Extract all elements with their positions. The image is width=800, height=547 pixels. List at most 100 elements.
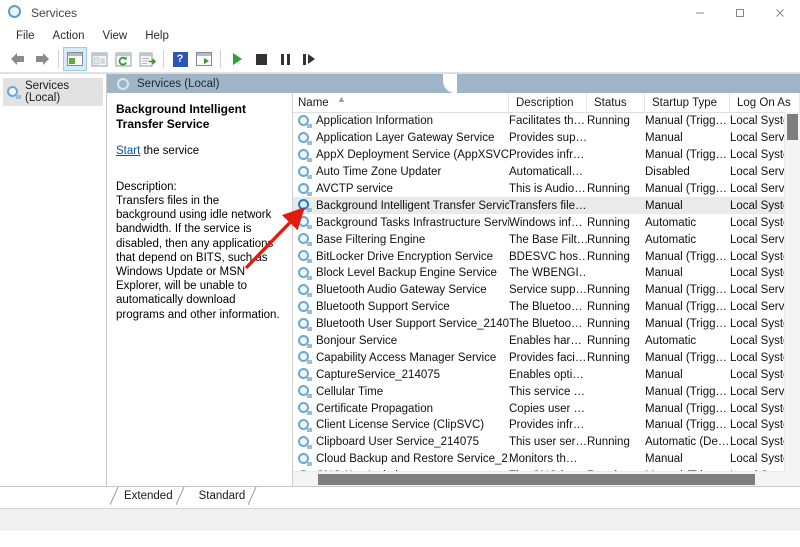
services-gear-icon — [298, 419, 311, 432]
table-row[interactable]: Client License Service (ClipSVC)Provides… — [293, 417, 800, 434]
close-button[interactable] — [760, 0, 800, 26]
cell-description: Windows inf… — [509, 217, 587, 229]
service-name-label: AppX Deployment Service (AppXSVC) — [316, 149, 509, 161]
tab-standard[interactable]: Standard — [185, 487, 258, 505]
properties-icon[interactable] — [87, 47, 111, 71]
cell-description: Facilitates th… — [509, 115, 587, 127]
service-name-label: Bluetooth User Support Service_214075 — [316, 318, 509, 330]
column-header-log-on-as[interactable]: Log On As — [730, 93, 800, 112]
service-name-label: Certificate Propagation — [316, 403, 433, 415]
service-name-label: Auto Time Zone Updater — [316, 166, 441, 178]
cell-description: Provides sup… — [509, 132, 587, 144]
cell-startup-type: Manual (Trigg… — [645, 352, 730, 364]
console-tree-pane: Services (Local) — [0, 73, 107, 486]
start-service-link[interactable]: Start — [116, 145, 140, 157]
start-service-icon[interactable] — [225, 47, 249, 71]
scrollbar-corner — [785, 472, 800, 487]
services-list: Name ▲ Description Status Startup Type L… — [293, 93, 800, 487]
table-row[interactable]: AVCTP serviceThis is Audio…RunningManual… — [293, 181, 800, 198]
table-row[interactable]: Background Intelligent Transfer ServiceT… — [293, 197, 800, 214]
menu-file[interactable]: File — [7, 28, 44, 44]
services-gear-icon — [117, 78, 129, 90]
service-name-label: Cellular Time — [316, 386, 383, 398]
services-gear-icon — [298, 183, 311, 196]
cell-startup-type: Manual (Trigg… — [645, 284, 730, 296]
cell-name: AVCTP service — [293, 183, 509, 196]
services-gear-icon — [298, 351, 311, 364]
minimize-button[interactable] — [680, 0, 720, 26]
cell-startup-type: Manual (Trigg… — [645, 419, 730, 431]
cell-description: The Bluetoo… — [509, 301, 587, 313]
cell-name: Auto Time Zone Updater — [293, 166, 509, 179]
table-row[interactable]: Background Tasks Infrastructure ServiceW… — [293, 214, 800, 231]
pane-header-tab[interactable]: Services (Local) — [107, 74, 800, 93]
pause-service-icon[interactable] — [273, 47, 297, 71]
cell-startup-type: Manual — [645, 132, 730, 144]
vertical-scrollbar[interactable] — [784, 112, 800, 472]
menu-help[interactable]: Help — [136, 28, 178, 44]
window-controls — [680, 0, 800, 26]
column-header-description[interactable]: Description — [509, 93, 587, 112]
table-row[interactable]: Bluetooth Audio Gateway ServiceService s… — [293, 282, 800, 299]
table-row[interactable]: Bluetooth Support ServiceThe Bluetoo…Run… — [293, 299, 800, 316]
stop-service-icon[interactable] — [249, 47, 273, 71]
service-name-label: Cloud Backup and Restore Service_214… — [316, 453, 509, 465]
column-header-name[interactable]: Name ▲ — [293, 93, 509, 112]
table-row[interactable]: Capability Access Manager Service Provide… — [293, 349, 800, 366]
table-row[interactable]: Bonjour ServiceEnables har…RunningAutoma… — [293, 333, 800, 350]
forward-arrow-icon[interactable] — [30, 47, 54, 71]
tab-extended[interactable]: Extended — [110, 487, 185, 505]
show-action-pane-icon[interactable] — [192, 47, 216, 71]
column-headers: Name ▲ Description Status Startup Type L… — [293, 93, 800, 113]
tree-item-services-local[interactable]: Services (Local) — [3, 78, 103, 106]
cell-status: Running — [587, 217, 645, 229]
vertical-scrollbar-thumb[interactable] — [787, 114, 798, 140]
tab-notch — [443, 74, 457, 93]
table-row[interactable]: Certificate PropagationCopies user …Manu… — [293, 400, 800, 417]
table-row[interactable]: Cellular TimeThis service …Manual (Trigg… — [293, 383, 800, 400]
cell-name: Bluetooth User Support Service_214075 — [293, 318, 509, 331]
cell-name: Clipboard User Service_214075 — [293, 436, 509, 449]
table-row[interactable]: Auto Time Zone UpdaterAutomaticall…Disab… — [293, 164, 800, 181]
table-row[interactable]: Cloud Backup and Restore Service_214…Mon… — [293, 451, 800, 468]
refresh-icon[interactable] — [111, 47, 135, 71]
table-row[interactable]: Bluetooth User Support Service_214075The… — [293, 316, 800, 333]
cell-startup-type: Manual (Trigg… — [645, 115, 730, 127]
cell-description: Provides faci… — [509, 352, 587, 364]
column-header-status[interactable]: Status — [587, 93, 645, 112]
service-name-label: Block Level Backup Engine Service — [316, 267, 497, 279]
services-gear-icon — [298, 115, 311, 128]
table-row[interactable]: Base Filtering EngineThe Base Filt…Runni… — [293, 231, 800, 248]
cell-name: Cellular Time — [293, 385, 509, 398]
export-list-icon[interactable] — [135, 47, 159, 71]
horizontal-scrollbar[interactable] — [293, 471, 785, 487]
services-gear-icon — [298, 436, 311, 449]
services-gear-icon — [298, 335, 311, 348]
detail-service-title: Background Intelligent Transfer Service — [116, 102, 282, 132]
menu-view[interactable]: View — [94, 28, 137, 44]
horizontal-scrollbar-thumb[interactable] — [318, 474, 755, 485]
restart-service-icon[interactable] — [297, 47, 321, 71]
description-label: Description: — [116, 181, 282, 193]
table-row[interactable]: Clipboard User Service_214075This user s… — [293, 434, 800, 451]
back-arrow-icon[interactable] — [6, 47, 30, 71]
cell-startup-type: Manual (Trigg… — [645, 403, 730, 415]
services-gear-icon — [8, 5, 24, 21]
table-row[interactable]: BitLocker Drive Encryption ServiceBDESVC… — [293, 248, 800, 265]
maximize-button[interactable] — [720, 0, 760, 26]
cell-status: Running — [587, 251, 645, 263]
service-rows: Application InformationFacilitates th…Ru… — [293, 113, 800, 485]
table-row[interactable]: Application InformationFacilitates th…Ru… — [293, 113, 800, 130]
cell-status: Running — [587, 352, 645, 364]
column-header-startup-type[interactable]: Startup Type — [645, 93, 730, 112]
table-row[interactable]: Application Layer Gateway Service Provide… — [293, 130, 800, 147]
table-row[interactable]: Block Level Backup Engine ServiceThe WBE… — [293, 265, 800, 282]
service-name-label: Capability Access Manager Service — [316, 352, 496, 364]
help-icon[interactable]: ? — [168, 47, 192, 71]
table-row[interactable]: CaptureService_214075Enables opti…Manual… — [293, 366, 800, 383]
table-row[interactable]: AppX Deployment Service (AppXSVC)Provide… — [293, 147, 800, 164]
service-name-label: Application Layer Gateway Service — [316, 132, 494, 144]
show-hide-console-tree-icon[interactable] — [63, 47, 87, 71]
toolbar-separator-1 — [58, 50, 59, 68]
menu-action[interactable]: Action — [44, 28, 94, 44]
